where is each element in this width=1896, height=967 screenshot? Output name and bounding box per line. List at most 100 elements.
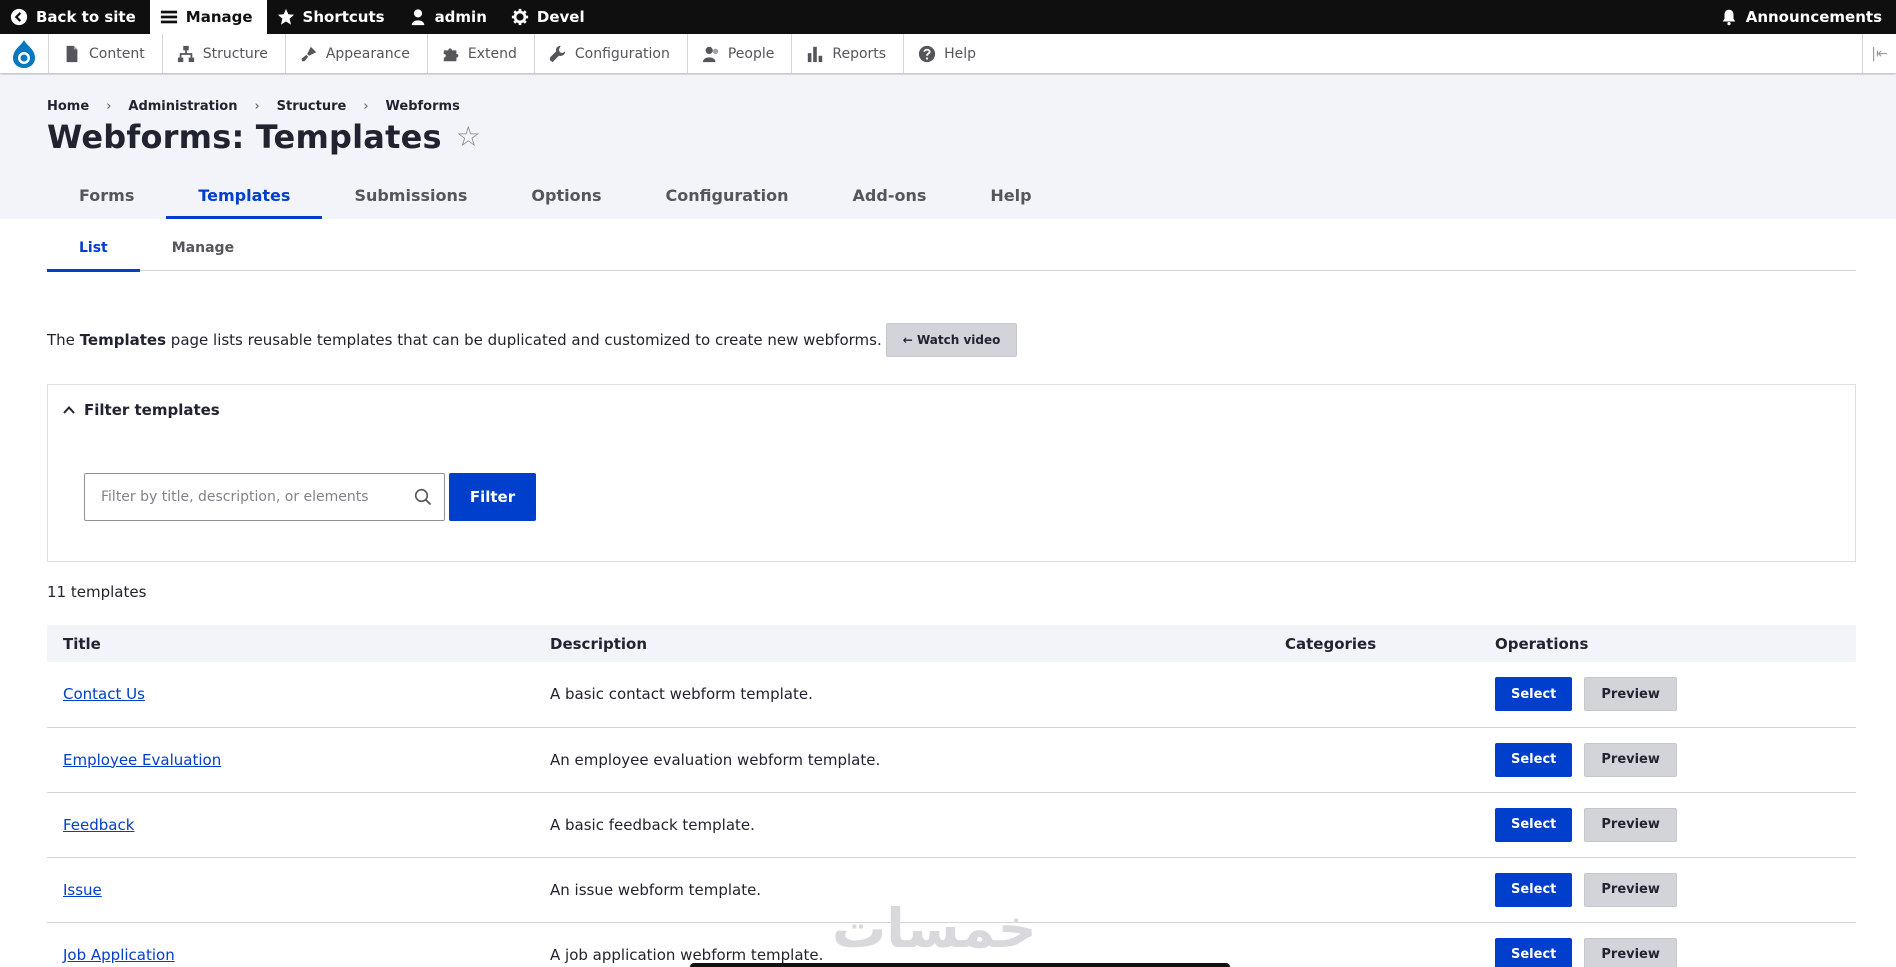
select-button[interactable]: Select <box>1495 742 1573 777</box>
template-title-link[interactable]: Job Application <box>63 946 175 964</box>
row-operations: Select Preview <box>1495 677 1840 712</box>
bar-chart-icon <box>808 46 823 62</box>
table-header-row: Title Description Categories Operations <box>47 625 1856 662</box>
breadcrumb-administration[interactable]: Administration <box>128 99 237 114</box>
table-row: Employee Evaluation An employee evaluati… <box>47 727 1856 793</box>
back-arrow-icon <box>10 8 28 26</box>
breadcrumb-home[interactable]: Home <box>47 99 89 114</box>
tray-item-label: Structure <box>202 45 268 62</box>
template-categories <box>1269 727 1479 793</box>
filter-search-input[interactable] <box>85 474 405 520</box>
preview-button[interactable]: Preview <box>1584 677 1677 712</box>
template-title-link[interactable]: Issue <box>63 881 102 899</box>
primary-tabs: Forms Templates Submissions Options Conf… <box>47 172 1064 219</box>
table-row: Contact Us A basic contact webform templ… <box>47 662 1856 728</box>
preview-button[interactable]: Preview <box>1584 807 1677 842</box>
page-header: Home › Administration › Structure › Webf… <box>0 75 1896 219</box>
tray-item-extend[interactable]: Extend <box>426 34 534 73</box>
preview-button[interactable]: Preview <box>1584 742 1677 777</box>
tray-item-content[interactable]: Content <box>48 34 162 73</box>
template-title-link[interactable]: Employee Evaluation <box>63 751 221 769</box>
template-description: An employee evaluation webform template. <box>534 727 1269 793</box>
preview-button[interactable]: Preview <box>1584 937 1677 967</box>
subtab-list[interactable]: List <box>47 240 140 272</box>
header-title[interactable]: Title <box>47 625 534 662</box>
tab-forms[interactable]: Forms <box>47 172 166 219</box>
intro-text: The Templates page lists reusable templa… <box>47 323 1018 357</box>
tab-submissions[interactable]: Submissions <box>322 172 499 219</box>
tray-item-structure[interactable]: Structure <box>161 34 285 73</box>
watch-video-button[interactable]: ← Watch video <box>885 323 1018 357</box>
tray-item-label: Configuration <box>574 45 670 62</box>
filter-summary-label: Filter templates <box>84 401 220 419</box>
admin-menu-tray: Content Structure Appearance Extend Conf… <box>0 34 1896 74</box>
shortcuts-label: Shortcuts <box>302 8 385 26</box>
intro-prefix: The <box>47 331 75 349</box>
announcements-tab[interactable]: Announcements <box>1710 0 1896 34</box>
row-operations: Select Preview <box>1495 937 1840 967</box>
template-categories <box>1269 857 1479 923</box>
gear-icon <box>511 8 528 26</box>
row-operations: Select Preview <box>1495 872 1840 907</box>
preview-button[interactable]: Preview <box>1584 872 1677 907</box>
select-button[interactable]: Select <box>1495 807 1573 842</box>
collapse-tray-icon[interactable]: |⇤ <box>1862 34 1896 73</box>
intro-bold: Templates <box>79 331 167 349</box>
breadcrumb-structure[interactable]: Structure <box>277 99 347 114</box>
manage-label: Manage <box>185 8 253 26</box>
filter-button[interactable]: Filter <box>449 473 536 521</box>
intro-suffix: page lists reusable templates that can b… <box>170 331 882 349</box>
tray-item-configuration[interactable]: Configuration <box>533 34 687 73</box>
tray-item-appearance[interactable]: Appearance <box>284 34 427 73</box>
select-button[interactable]: Select <box>1495 937 1573 967</box>
tray-item-label: Appearance <box>325 45 410 62</box>
file-icon <box>66 45 78 62</box>
shortcuts-tab[interactable]: Shortcuts <box>267 0 399 34</box>
tray-item-reports[interactable]: Reports <box>791 34 903 73</box>
devel-tab[interactable]: Devel <box>501 0 599 34</box>
paintbrush-icon <box>301 46 317 61</box>
tab-options[interactable]: Options <box>499 172 633 219</box>
wrench-icon <box>549 45 566 62</box>
tray-item-people[interactable]: People <box>686 34 792 73</box>
subtab-manage[interactable]: Manage <box>140 240 266 271</box>
tray-item-label: Help <box>944 45 976 62</box>
user-icon <box>411 9 424 26</box>
drupal-logo-icon[interactable] <box>0 34 48 73</box>
structure-icon <box>177 45 194 62</box>
template-categories <box>1269 662 1479 728</box>
tab-help[interactable]: Help <box>958 172 1063 219</box>
search-icon <box>414 488 432 506</box>
tab-add-ons[interactable]: Add-ons <box>821 172 959 219</box>
header-description: Description <box>534 625 1269 662</box>
template-title-link[interactable]: Feedback <box>63 816 134 834</box>
user-tab[interactable]: admin <box>399 0 501 34</box>
people-icon <box>702 46 719 62</box>
tray-item-help[interactable]: Help <box>903 34 993 73</box>
table-row: Feedback A basic feedback template. Sele… <box>47 792 1856 858</box>
page-title-row: Webforms: Templates ☆ <box>47 118 481 156</box>
breadcrumb-webforms[interactable]: Webforms <box>386 99 460 114</box>
filter-summary-toggle[interactable]: Filter templates <box>62 401 220 419</box>
help-icon <box>918 45 936 62</box>
header-operations: Operations <box>1479 625 1856 662</box>
tab-templates[interactable]: Templates <box>166 172 323 219</box>
select-button[interactable]: Select <box>1495 872 1573 907</box>
tab-configuration[interactable]: Configuration <box>634 172 821 219</box>
tray-item-label: People <box>727 45 775 62</box>
page-title: Webforms: Templates <box>47 118 442 156</box>
announcements-label: Announcements <box>1745 8 1882 26</box>
template-title-link[interactable]: Contact Us <box>63 685 145 703</box>
chevron-up-icon <box>63 406 75 414</box>
select-button[interactable]: Select <box>1495 677 1573 712</box>
template-categories <box>1269 792 1479 858</box>
bell-icon <box>1722 9 1736 26</box>
back-to-site-link[interactable]: Back to site <box>0 0 150 34</box>
breadcrumb-separator: › <box>254 99 260 114</box>
shortcut-star-icon[interactable]: ☆ <box>456 123 481 151</box>
template-description: A basic feedback template. <box>534 792 1269 858</box>
watermark: خمسات <box>832 897 1037 960</box>
template-description: A basic contact webform template. <box>534 662 1269 728</box>
templates-count: 11 templates <box>47 583 147 601</box>
manage-tab[interactable]: Manage <box>149 0 267 34</box>
